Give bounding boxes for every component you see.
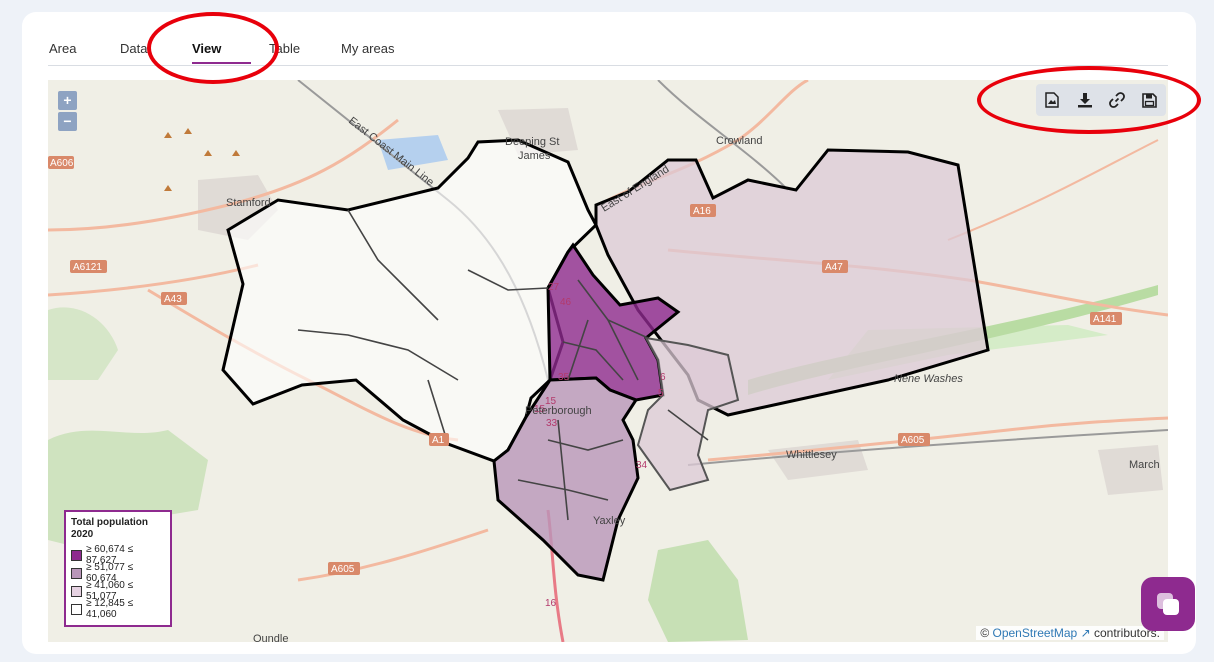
view-tabs: Area Data View Table My areas [48,37,1168,66]
label-peterborough: Peterborough [525,405,592,417]
map-legend: Total population 2020 ≥ 60,674 ≤ 87,627 … [64,510,172,627]
road-shield-label: A47 [825,262,843,273]
attribution-prefix: © [980,626,990,640]
chat-widget-button[interactable] [1141,577,1195,631]
road-shield-label: A605 [331,564,355,575]
road-shield-a16: A16 [690,204,716,217]
road-shield-a605-east: A605 [898,433,930,446]
legend-label: ≥ 12,845 ≤ 41,060 [86,598,134,620]
label-march: March [1129,459,1160,471]
road-shield-a606: A606 [48,156,74,169]
save-icon [1142,92,1158,108]
road-shield-label: A6121 [73,262,102,273]
tab-table[interactable]: Table [269,41,300,56]
legend-swatch [71,603,82,615]
tab-area[interactable]: Area [49,41,76,56]
tab-data[interactable]: Data [120,41,147,56]
tab-view-label: View [192,41,222,56]
road-shield-label: A43 [164,294,182,305]
choropleth-map[interactable]: 46 27 35 6 5 15 15 33 34 Deeping St Jame… [48,80,1168,642]
road-shield-label: A605 [901,435,925,446]
zoom-control: + − [58,91,77,131]
label-nene-washes: Nene Washes [894,373,963,385]
download-button[interactable] [1073,88,1097,112]
zoom-in-button[interactable]: + [58,91,77,110]
map-attribution: © OpenStreetMap ↗ contributors. [976,626,1164,640]
road-shield-a605-south: A605 [328,562,360,575]
label-crowland: Crowland [716,135,762,147]
legend-title: Total population 2020 [71,517,149,540]
ward-number: 6 [660,372,666,383]
road-shield-a141: A141 [1090,312,1122,325]
ward-number: 33 [546,418,558,429]
ward-number: 5 [658,388,664,399]
openstreetmap-link[interactable]: OpenStreetMap [993,626,1078,640]
chat-icon [1157,593,1179,615]
legend-swatch [71,549,82,561]
legend-swatch [71,567,82,579]
map-toolbar [1036,84,1166,116]
active-tab-underline [192,62,252,64]
link-icon [1109,92,1126,108]
road-shield-a43: A43 [161,292,187,305]
road-shield-a47: A47 [822,260,848,273]
legend-swatch [71,585,82,597]
tab-my-areas[interactable]: My areas [341,41,394,56]
label-yaxley: Yaxley [593,515,626,527]
tab-view[interactable]: View [192,41,252,64]
export-image-button[interactable] [1040,88,1064,112]
road-number-16: 16 [545,598,557,609]
road-shield-a1: A1 [429,433,449,446]
zoom-out-button[interactable]: − [58,112,77,131]
road-shield-label: A606 [50,158,74,169]
ward-number: 35 [558,372,570,383]
download-icon [1077,93,1092,108]
copy-link-button[interactable] [1105,88,1129,112]
label-oundle: Oundle [253,633,288,642]
image-file-icon [1045,92,1059,108]
external-link-icon: ↗ [1080,626,1091,640]
label-stamford: Stamford [226,197,271,209]
ward-number: 34 [636,460,648,471]
map-canvas[interactable]: 46 27 35 6 5 15 15 33 34 Deeping St Jame… [48,80,1168,642]
label-deeping: Deeping St [505,136,559,148]
ward-number: 27 [548,282,560,293]
label-whittlesey: Whittlesey [786,449,837,461]
legend-item: ≥ 12,845 ≤ 41,060 [71,598,165,620]
ward-number: 46 [560,297,572,308]
road-shield-label: A16 [693,206,711,217]
road-shield-label: A1 [432,435,445,446]
label-deeping-james: James [518,150,551,162]
road-shield-a6121: A6121 [70,260,107,273]
road-shield-label: A141 [1093,314,1117,325]
save-button[interactable] [1138,88,1162,112]
